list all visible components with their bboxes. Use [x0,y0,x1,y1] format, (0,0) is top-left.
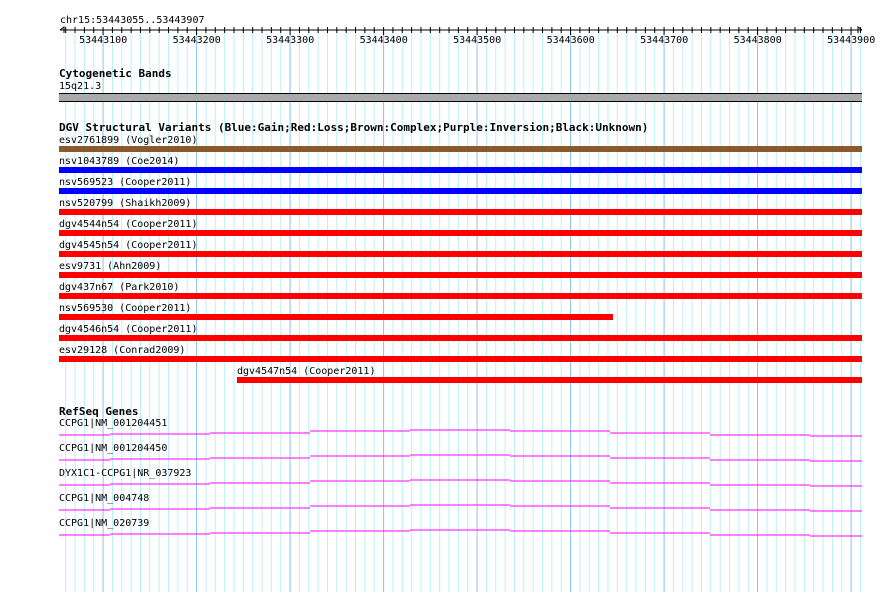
cyto-track-title: Cytogenetic Bands [59,67,172,80]
dgv-variant-bar[interactable] [237,377,862,383]
dgv-variant-label: dgv4546n54 (Cooper2011) [59,324,198,335]
refseq-gene-label: CCPG1|NM_020739 [59,518,150,529]
ruler-tick-label: 53443200 [172,35,221,46]
dgv-variant-bar[interactable] [59,356,862,362]
ruler-tick-label: 53443600 [546,35,595,46]
dgv-variant-bar[interactable] [59,146,862,152]
dgv-variant-bar[interactable] [59,230,862,236]
refseq-gene-label: DYX1C1-CCPG1|NR_037923 [59,468,192,479]
ruler-tick-label: 53443800 [733,35,782,46]
dgv-variant-label: esv9731 (Ahn2009) [59,261,162,272]
dgv-variant-label: nsv569530 (Cooper2011) [59,303,192,314]
dgv-variant-bar[interactable] [59,335,862,341]
ruler-tick-label: 53443300 [266,35,315,46]
dgv-variant-label: nsv1043789 (Coe2014) [59,156,180,167]
dgv-track-title: DGV Structural Variants (Blue:Gain;Red:L… [59,121,649,134]
dgv-variant-label: esv29128 (Conrad2009) [59,345,186,356]
range-label: chr15:53443055..53443907 [60,15,205,26]
dgv-variant-bar[interactable] [59,209,862,215]
refseq-gene-label: CCPG1|NM_004748 [59,493,150,504]
dgv-variant-label: dgv4547n54 (Cooper2011) [237,366,376,377]
ruler-tick-label: 53443700 [640,35,689,46]
dgv-variant-bar[interactable] [59,188,862,194]
dgv-variant-bar[interactable] [59,272,862,278]
dgv-variant-bar[interactable] [59,167,862,173]
cyto-band[interactable] [59,93,862,102]
ruler-tick-label: 53443500 [453,35,502,46]
refseq-track-title: RefSeq Genes [59,405,139,418]
ruler-tick-label: 53443100 [79,35,128,46]
dgv-variant-label: nsv569523 (Cooper2011) [59,177,192,188]
dgv-variant-label: dgv437n67 (Park2010) [59,282,180,293]
ruler-tick-label: 53443400 [359,35,408,46]
dgv-variant-bar[interactable] [59,251,862,257]
dgv-variant-label: dgv4544n54 (Cooper2011) [59,219,198,230]
dgv-variant-bar[interactable] [59,293,862,299]
refseq-gene-label: CCPG1|NM_001204451 [59,418,168,429]
ruler-tick-label: 53443900 [827,35,876,46]
dgv-variant-bar[interactable] [59,314,613,320]
dgv-variant-label: esv2761899 (Vogler2010) [59,135,198,146]
cyto-band-label: 15q21.3 [59,81,102,92]
dgv-variant-label: nsv520799 (Shaikh2009) [59,198,192,209]
refseq-gene-label: CCPG1|NM_001204450 [59,443,168,454]
dgv-variant-label: dgv4545n54 (Cooper2011) [59,240,198,251]
